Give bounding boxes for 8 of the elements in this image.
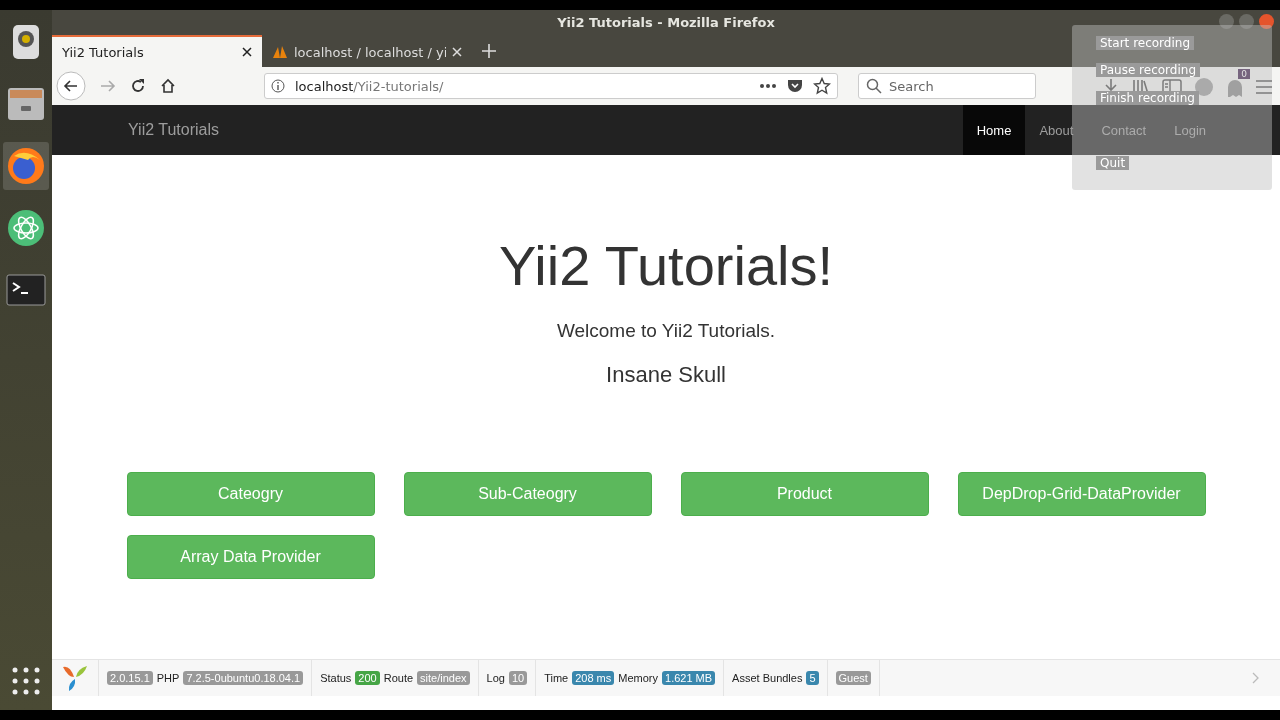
welcome-text: Welcome to Yii2 Tutorials.: [556, 320, 776, 342]
tab-title: Yii2 Tutorials: [62, 44, 145, 60]
url-text: localhost/Yii2-tutorials/: [295, 78, 445, 94]
page-heading: Yii2 Tutorials!: [498, 233, 834, 298]
notification-badge: 0: [1238, 69, 1250, 79]
author-name: Insane Skull: [606, 362, 726, 388]
tab-title: localhost / localhost / yi: [294, 44, 446, 60]
window-title: Yii2 Tutorials - Mozilla Firefox: [557, 15, 775, 30]
